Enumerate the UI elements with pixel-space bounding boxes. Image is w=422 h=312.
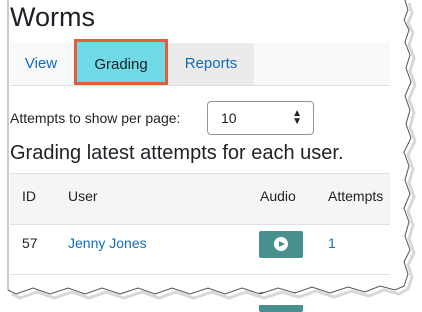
per-page-select[interactable]: 10 ▲ ▼ [207, 101, 314, 135]
column-header-id: ID [22, 188, 36, 204]
page-title: Worms [10, 2, 95, 32]
next-row-play-button[interactable] [259, 292, 303, 312]
tab-reports[interactable]: Reports [168, 43, 254, 85]
cell-id: 57 [22, 235, 38, 251]
grading-heading: Grading latest attempts for each user. [10, 142, 344, 164]
column-header-attempts: Attempts [328, 188, 384, 204]
per-page-value: 10 [221, 110, 237, 126]
play-icon [274, 237, 288, 251]
user-link[interactable]: Jenny Jones [68, 235, 147, 251]
select-arrows-icon: ▲ ▼ [292, 108, 302, 127]
row-divider [10, 274, 390, 275]
play-audio-button[interactable] [259, 231, 303, 258]
column-header-audio: Audio [260, 188, 296, 204]
column-header-user: User [68, 188, 98, 204]
attempts-link[interactable]: 1 [328, 235, 336, 251]
per-page-label: Attempts to show per page: [10, 110, 181, 126]
tab-view[interactable]: View [10, 43, 72, 85]
tab-grading[interactable]: Grading [74, 39, 168, 85]
tabs-bar: View Grading Reports [10, 39, 390, 86]
